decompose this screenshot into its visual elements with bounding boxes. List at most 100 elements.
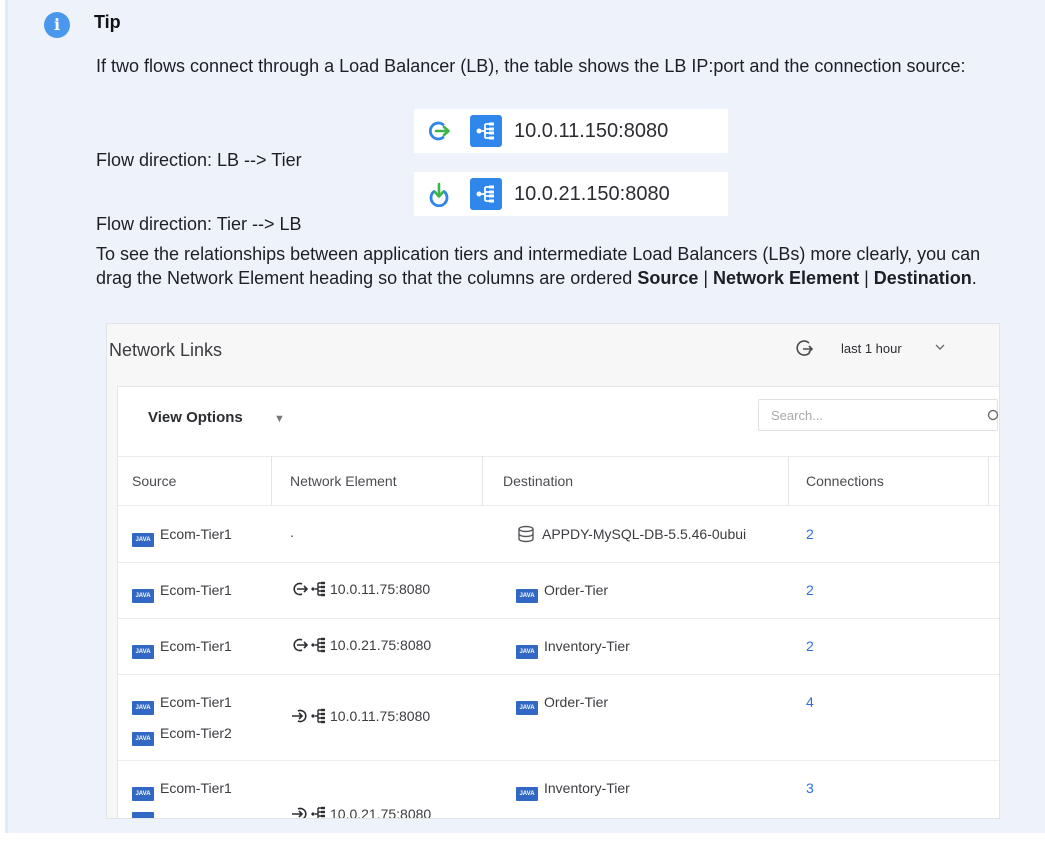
- column-divider[interactable]: [988, 456, 989, 506]
- search-icon[interactable]: [987, 409, 1000, 423]
- table-row[interactable]: JAVA Ecom-Tier1 JAVA Ecom-Tier2 10.0.11.75…: [118, 675, 999, 761]
- flow-example-tier-to-lb: 10.0.21.150:8080: [414, 172, 728, 216]
- source-tier: Ecom-Tier1: [160, 526, 232, 542]
- java-icon: JAVA: [516, 701, 538, 715]
- java-icon: JAVA: [132, 732, 154, 746]
- separator: |: [859, 268, 874, 288]
- arrow-right-icon: [429, 121, 450, 141]
- source-cell: JAVA Ecom-Tier1: [132, 526, 232, 547]
- source-cell: JAVA Ecom-Tier1: [132, 780, 232, 801]
- java-icon: [132, 812, 154, 818]
- load-balancer-icon: [311, 708, 325, 724]
- destination-cell: JAVA Inventory-Tier: [516, 638, 630, 659]
- connections-link[interactable]: 4: [806, 694, 814, 710]
- connections-link[interactable]: 3: [806, 780, 814, 796]
- search-input[interactable]: Search...: [758, 399, 1000, 431]
- network-links-screenshot: Network Links last 1 hour View Options ▼…: [106, 323, 1000, 819]
- network-element-cell: 10.0.11.75:8080: [290, 580, 430, 598]
- load-balancer-icon: [470, 178, 502, 210]
- column-divider[interactable]: [788, 456, 789, 506]
- arrow-down-icon: [429, 182, 449, 207]
- java-icon: JAVA: [132, 787, 154, 801]
- load-balancer-icon: [311, 637, 325, 653]
- java-icon: JAVA: [516, 589, 538, 603]
- table-row[interactable]: JAVA Ecom-Tier1 . APPDY-MySQL-DB-5.5.46-0…: [118, 507, 999, 563]
- destination-name: Inventory-Tier: [544, 780, 630, 796]
- network-element-cell: 10.0.11.75:8080: [290, 707, 430, 725]
- destination-name: Inventory-Tier: [544, 638, 630, 654]
- source-tier: Ecom-Tier1: [160, 694, 232, 710]
- lb-address: 10.0.21.75:8080: [330, 637, 432, 653]
- java-icon: JAVA: [132, 645, 154, 659]
- destination-cell: JAVA Order-Tier: [516, 582, 608, 603]
- order-source: Source: [637, 268, 699, 288]
- outbound-arrow-icon: [293, 638, 309, 652]
- source-cell: JAVA Ecom-Tier1: [132, 694, 232, 715]
- source-cell: JAVA Ecom-Tier2: [132, 725, 232, 746]
- flow-example-lb-to-tier: 10.0.11.150:8080: [414, 109, 728, 153]
- source-cell: [132, 811, 160, 818]
- destination-name: APPDY-MySQL-DB-5.5.46-0ubui: [542, 526, 747, 542]
- connections-link[interactable]: 2: [806, 526, 814, 542]
- load-balancer-icon: [311, 581, 325, 597]
- column-header-source[interactable]: Source: [132, 473, 176, 489]
- tip-panel: i Tip If two flows connect through a Loa…: [5, 0, 1045, 833]
- table-row[interactable]: JAVA Ecom-Tier1 10.0.21.75:8080 JAVA Inven…: [118, 619, 999, 675]
- flow-address: 10.0.11.150:8080: [514, 119, 669, 142]
- info-icon: i: [44, 12, 70, 38]
- tip-intro: If two flows connect through a Load Bala…: [96, 56, 966, 76]
- column-divider[interactable]: [482, 456, 483, 506]
- column-header-connections[interactable]: Connections: [806, 473, 884, 489]
- destination-name: Order-Tier: [544, 582, 609, 598]
- java-icon: JAVA: [132, 589, 154, 603]
- column-header-network-element[interactable]: Network Element: [290, 473, 397, 489]
- separator: |: [698, 268, 714, 288]
- outbound-arrow-icon: [293, 582, 309, 596]
- table-header: Source Network Element Destination Conne…: [118, 456, 999, 506]
- source-cell: JAVA Ecom-Tier1: [132, 582, 232, 603]
- order-destination: Destination: [873, 268, 972, 288]
- destination-name: Order-Tier: [544, 694, 609, 710]
- chevron-down-icon[interactable]: [933, 340, 947, 354]
- connections-link[interactable]: 2: [806, 582, 814, 598]
- connections-link[interactable]: 2: [806, 638, 814, 654]
- source-tier: Ecom-Tier2: [160, 725, 232, 741]
- caret-down-icon[interactable]: ▼: [274, 413, 285, 425]
- table-row[interactable]: JAVA Ecom-Tier1 10.0.11.75:8080 JAVA Order…: [118, 563, 999, 619]
- java-icon: JAVA: [516, 787, 538, 801]
- time-range-selector[interactable]: last 1 hour: [841, 341, 902, 356]
- flow-address: 10.0.21.150:8080: [514, 182, 670, 205]
- java-icon: JAVA: [516, 645, 538, 659]
- network-links-table-card: View Options ▼ Search... Source Network …: [117, 386, 1000, 819]
- load-balancer-icon: [470, 115, 502, 147]
- load-balancer-icon: [311, 806, 325, 818]
- java-icon: JAVA: [132, 533, 154, 547]
- inbound-arrow-icon: [292, 709, 307, 723]
- destination-cell: APPDY-MySQL-DB-5.5.46-0ubui: [516, 525, 746, 543]
- source-tier: Ecom-Tier1: [160, 582, 232, 598]
- source-tier: Ecom-Tier1: [160, 780, 232, 796]
- column-header-destination[interactable]: Destination: [503, 473, 573, 489]
- java-icon: JAVA: [132, 701, 154, 715]
- network-element-cell: 10.0.21.75:8080: [290, 805, 432, 819]
- view-options-button[interactable]: View Options: [148, 409, 243, 426]
- refresh-icon[interactable]: [793, 337, 815, 359]
- network-element-cell: .: [290, 524, 294, 540]
- table-row[interactable]: JAVA Ecom-Tier1 10.0.21.75:8080 JAVA Inv…: [118, 761, 999, 819]
- tip-instructions: To see the relationships between applica…: [96, 242, 1016, 290]
- destination-cell: JAVA Order-Tier: [516, 694, 608, 715]
- inbound-arrow-icon: [292, 807, 307, 818]
- source-tier: Ecom-Tier1: [160, 638, 232, 654]
- column-divider[interactable]: [271, 456, 272, 506]
- database-icon: [518, 525, 534, 543]
- order-network-element: Network Element: [713, 268, 860, 288]
- source-cell: JAVA Ecom-Tier1: [132, 638, 232, 659]
- network-links-title: Network Links: [109, 340, 223, 360]
- network-element-cell: 10.0.21.75:8080: [290, 636, 431, 654]
- lb-address: 10.0.21.75:8080: [330, 806, 432, 819]
- lb-address: 10.0.11.75:8080: [330, 581, 431, 597]
- search-placeholder: Search...: [771, 408, 824, 423]
- flow-label-lb-to-tier: Flow direction: LB --> Tier: [96, 150, 302, 170]
- period: .: [971, 268, 977, 288]
- destination-cell: JAVA Inventory-Tier: [516, 780, 630, 801]
